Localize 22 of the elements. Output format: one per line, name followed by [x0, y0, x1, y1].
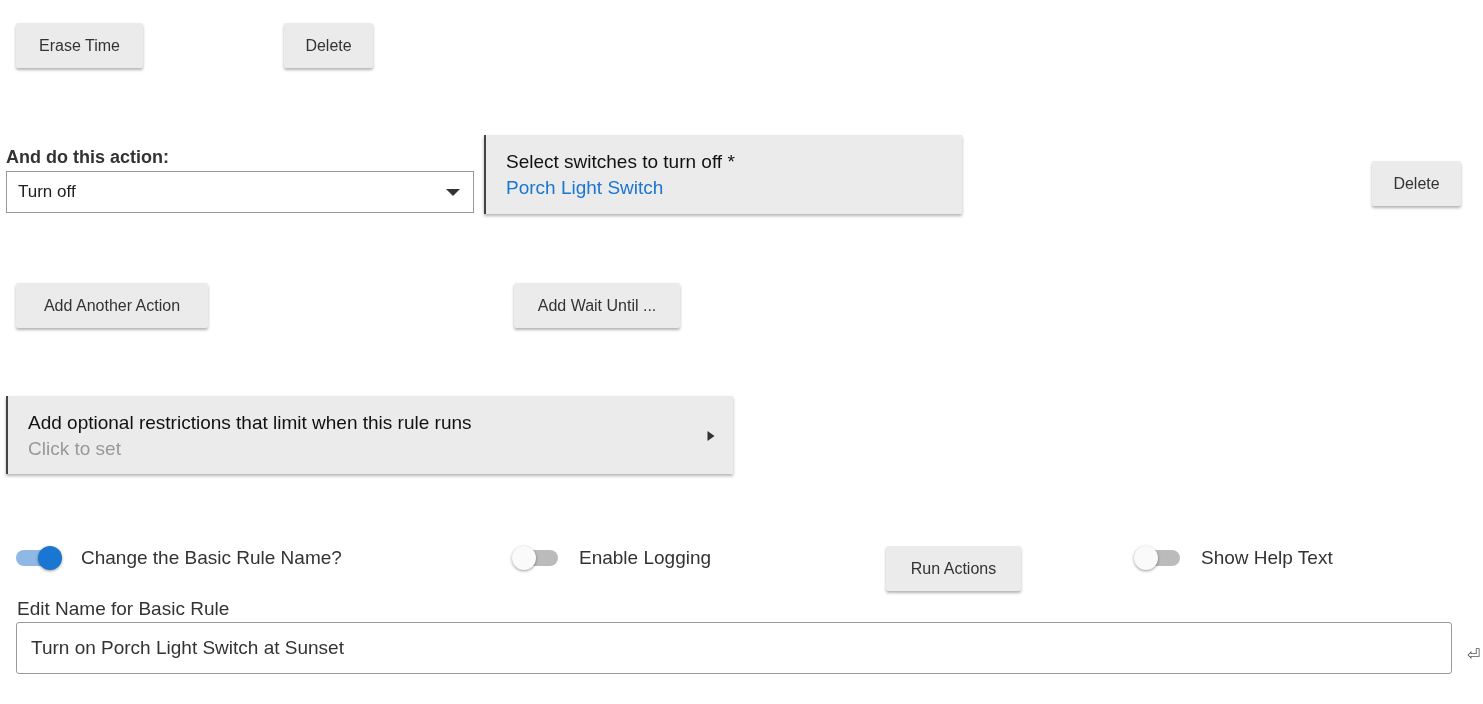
erase-time-button[interactable]: Erase Time	[16, 23, 143, 68]
restrictions-hint: Click to set	[28, 437, 122, 461]
expand-arrow-icon	[707, 431, 715, 441]
run-actions-button[interactable]: Run Actions	[886, 546, 1021, 591]
action-label: And do this action:	[6, 147, 170, 169]
add-wait-button[interactable]: Add Wait Until ...	[514, 283, 680, 328]
device-picker[interactable]: Select switches to turn off * Porch Light Switch	[484, 135, 962, 214]
action-select[interactable]: Turn off	[6, 171, 474, 213]
delete-button[interactable]: Delete	[1372, 161, 1461, 206]
picker-value: Porch Light Switch	[506, 176, 665, 200]
return-symbol: ⏎	[1467, 645, 1480, 664]
restrictions-title: Add optional restrictions that limit when this rule runs	[28, 411, 472, 435]
name-input-field[interactable]: Turn on Porch Light Switch at Sunset	[16, 622, 1452, 674]
add-action-button[interactable]: Add Another Action	[16, 283, 208, 328]
delete-button[interactable]: Delete	[284, 23, 373, 68]
toggle-label: Change the Basic Rule Name?	[81, 547, 342, 569]
field-label: Edit Name for Basic Rule	[17, 598, 231, 621]
toggle-label: Enable Logging	[579, 547, 712, 569]
caret-icon	[446, 188, 460, 196]
picker-title: Select switches to turn off *	[506, 150, 736, 174]
toggle-label: Show Help Text	[1201, 547, 1333, 569]
restrictions-card[interactable]: Add optional restrictions that limit when this rule runs Click to set	[6, 396, 733, 474]
